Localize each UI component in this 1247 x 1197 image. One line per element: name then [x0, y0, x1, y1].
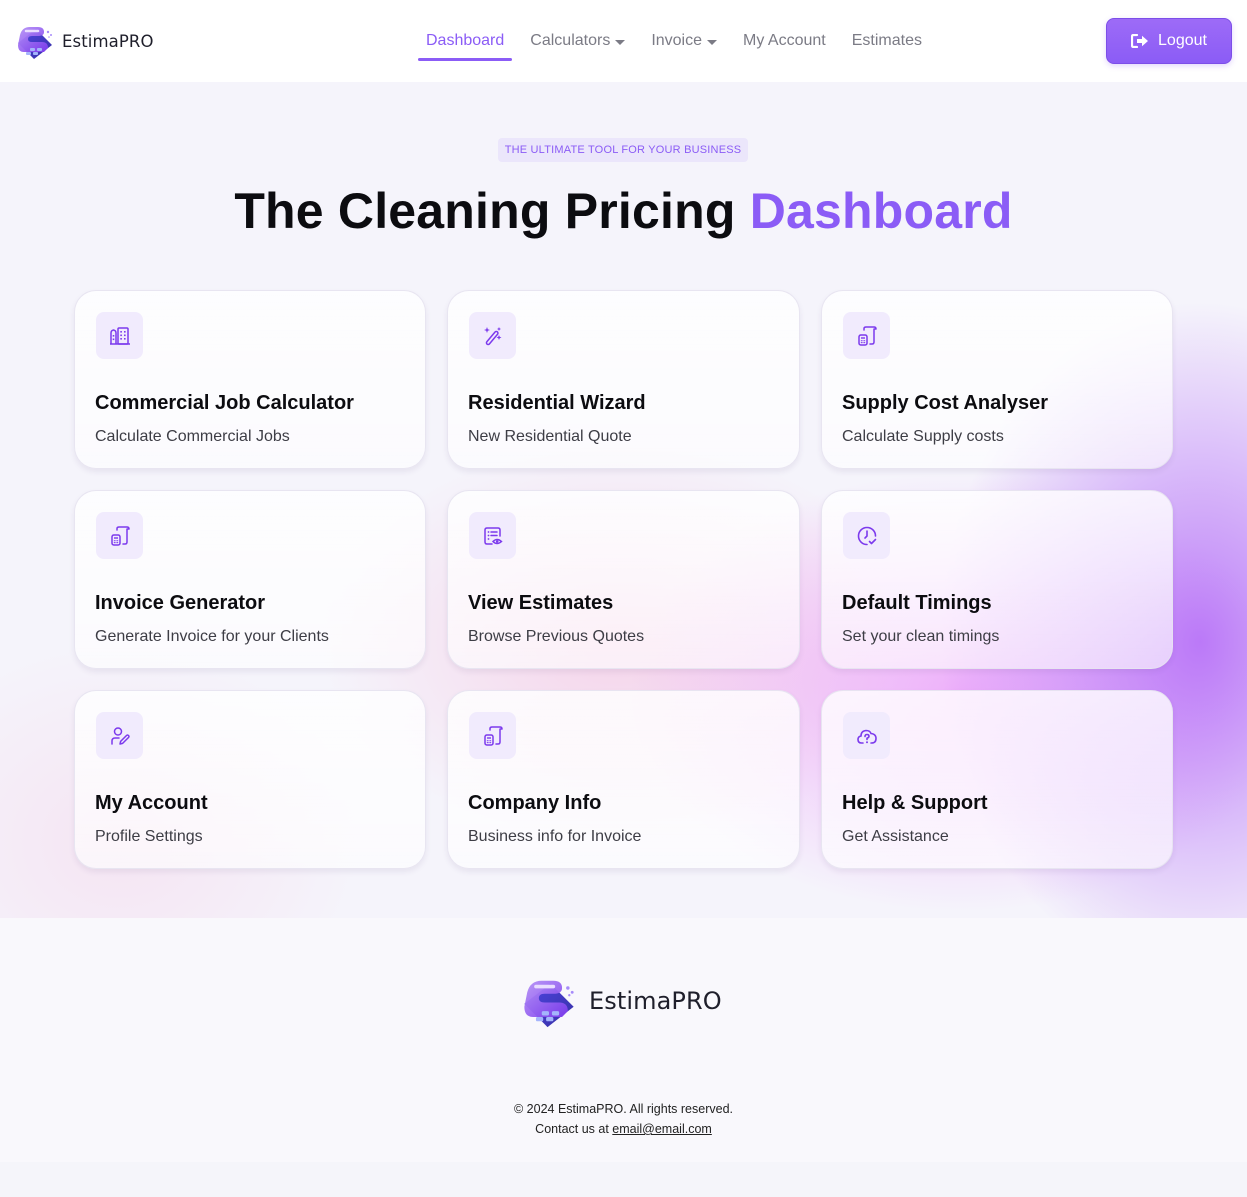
card-title: Help & Support: [842, 792, 988, 814]
calculator-receipt-icon: [108, 524, 132, 548]
top-navbar: EstimaPRO Dashboard Calculators Invoice …: [0, 0, 1247, 82]
logout-button[interactable]: Logout: [1106, 18, 1232, 64]
estimapro-logo-icon: [14, 21, 56, 61]
nav-estimates[interactable]: Estimates: [852, 0, 922, 82]
card-icon-wrapper: [843, 712, 890, 759]
nav-my-account-label: My Account: [743, 32, 826, 49]
card-description: Calculate Commercial Jobs: [95, 428, 290, 445]
user-edit-icon: [110, 726, 130, 745]
card-description: Profile Settings: [95, 828, 203, 845]
copyright-text: © 2024 EstimaPRO. All rights reserved.: [513, 1102, 734, 1116]
nav-estimates-label: Estimates: [851, 32, 922, 49]
footer: EstimaPRO © 2024 EstimaPRO. All rights r…: [0, 918, 1247, 1162]
card-default-timings[interactable]: Default Timings Set your clean timings: [821, 490, 1173, 669]
card-description: Get Assistance: [842, 828, 949, 845]
nav-calculators-dropdown[interactable]: Calculators: [530, 0, 626, 82]
card-title: Invoice Generator: [95, 592, 266, 614]
card-description: Generate Invoice for your Clients: [95, 628, 329, 645]
contact-line: Contact us at email@email.com: [0, 1122, 1247, 1136]
card-description: New Residential Quote: [468, 428, 632, 445]
card-icon-wrapper: [469, 712, 516, 759]
tagline-badge: THE ULTIMATE TOOL FOR YOUR BUSINESS: [498, 138, 748, 162]
cloud-question-icon: [856, 729, 877, 744]
buildings-icon: [109, 326, 130, 345]
caret-down-icon: [707, 39, 718, 45]
card-supply-cost-analyser[interactable]: Supply Cost Analyser Calculate Supply co…: [821, 290, 1173, 469]
contact-email-link[interactable]: email@email.com: [612, 1122, 712, 1136]
title-accent: Dashboard: [749, 183, 1013, 239]
card-residential-wizard[interactable]: Residential Wizard New Residential Quote: [447, 290, 800, 469]
nav-dashboard[interactable]: Dashboard: [418, 0, 513, 82]
card-commercial-job-calculator[interactable]: Commercial Job Calculator Calculate Comm…: [74, 290, 426, 469]
card-company-info[interactable]: Company Info Business info for Invoice: [447, 690, 800, 869]
nav-invoice-label: Invoice: [651, 32, 703, 49]
card-description: Set your clean timings: [842, 628, 1000, 645]
logout-label: Logout: [1158, 32, 1207, 49]
card-icon-wrapper: [469, 512, 516, 559]
card-title: Supply Cost Analyser: [842, 392, 1048, 414]
list-view-icon: [483, 526, 503, 545]
card-title: Default Timings: [842, 592, 992, 614]
card-title: Commercial Job Calculator: [95, 392, 354, 414]
card-description: Business info for Invoice: [468, 828, 642, 845]
main-nav: Dashboard Calculators Invoice My Account…: [418, 0, 948, 82]
card-icon-wrapper: [96, 712, 143, 759]
card-description: Calculate Supply costs: [842, 428, 1004, 445]
card-view-estimates[interactable]: View Estimates Browse Previous Quotes: [447, 490, 800, 669]
clock-check-icon: [857, 526, 876, 545]
footer-brand[interactable]: EstimaPRO: [517, 972, 722, 1030]
magic-wand-icon: [483, 326, 501, 345]
card-icon-wrapper: [96, 312, 143, 359]
brand[interactable]: EstimaPRO: [14, 21, 154, 61]
title-main: The Cleaning Pricing: [234, 183, 750, 239]
card-description: Browse Previous Quotes: [468, 628, 645, 645]
card-title: View Estimates: [468, 592, 614, 614]
card-title: My Account: [95, 792, 208, 814]
calculator-receipt-icon: [481, 724, 505, 748]
brand-name: EstimaPRO: [62, 31, 154, 51]
nav-calculators-label: Calculators: [530, 32, 611, 49]
page-bottom-strip: [0, 1162, 1247, 1197]
card-icon-wrapper: [96, 512, 143, 559]
contact-prefix: Contact us at: [535, 1122, 613, 1136]
sign-out-icon: [1131, 34, 1149, 48]
card-my-account[interactable]: My Account Profile Settings: [74, 690, 426, 869]
card-help-support[interactable]: Help & Support Get Assistance: [821, 690, 1173, 869]
nav-my-account[interactable]: My Account: [743, 0, 826, 82]
page-title: The Cleaning Pricing Dashboard: [0, 182, 1247, 240]
card-icon-wrapper: [843, 312, 890, 359]
card-title: Residential Wizard: [468, 392, 646, 414]
calculator-receipt-icon: [855, 324, 879, 348]
card-invoice-generator[interactable]: Invoice Generator Generate Invoice for y…: [74, 490, 426, 669]
caret-down-icon: [615, 39, 626, 45]
card-title: Company Info: [468, 792, 602, 814]
estimapro-logo-icon: [517, 972, 581, 1030]
dashboard-hero: THE ULTIMATE TOOL FOR YOUR BUSINESS The …: [0, 82, 1247, 918]
card-icon-wrapper: [469, 312, 516, 359]
nav-invoice-dropdown[interactable]: Invoice: [651, 0, 718, 82]
tool-card-grid: Commercial Job Calculator Calculate Comm…: [74, 290, 1173, 869]
card-icon-wrapper: [843, 512, 890, 559]
nav-dashboard-label: Dashboard: [426, 32, 505, 49]
footer-brand-name: EstimaPRO: [589, 987, 722, 1015]
